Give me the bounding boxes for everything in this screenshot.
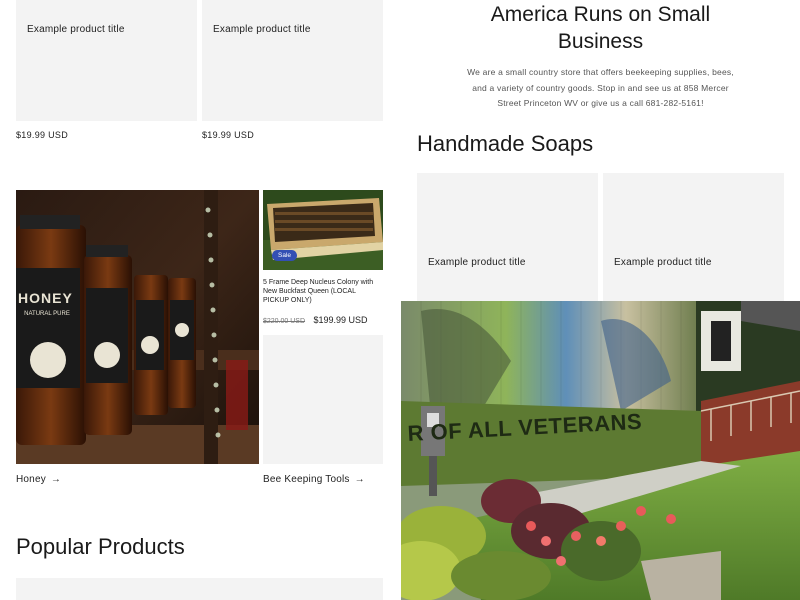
honey-collection-link[interactable]: Honey → [16,474,61,485]
popular-product-card[interactable] [16,578,383,600]
featured-product-price: $220.00 USD $199.99 USD [263,310,368,328]
hero-text-line-2: and a variety of country goods. Stop in … [472,82,729,93]
product-card-1[interactable]: Example product title [16,0,197,121]
popular-products-heading: Popular Products [16,534,185,559]
jar-label-text: HONEY [18,290,73,306]
beekeeping-tools-link[interactable]: Bee Keeping Tools → [263,474,365,485]
hero-title-line-2: Business [557,30,644,53]
jar-label-subtext: NATURAL PURE [24,311,70,317]
product-title[interactable]: Example product title [614,257,712,268]
veterans-mural-image: R OF ALL VETERANS [401,301,800,600]
sale-badge: Sale [272,250,298,261]
honey-collection-image[interactable]: HONEY NATURAL PURE [16,190,259,464]
honey-shelf-photo [16,190,259,464]
arrow-right-icon: → [50,474,62,485]
mural-photo [401,301,800,600]
honey-collection-label: Honey [16,474,46,485]
soaps-heading: Handmade Soaps [417,131,594,156]
sale-price: $199.99 USD [313,315,368,325]
product-card-2[interactable]: Example product title [202,0,383,121]
arrow-right-icon: → [354,474,365,485]
hero-title-line-1: America Runs on Small [490,3,711,26]
product-price: $19.99 USD [202,130,255,140]
featured-product-image[interactable]: Sale [263,190,383,270]
featured-product-title[interactable]: 5 Frame Deep Nucleus Colony with New Buc… [263,278,383,305]
soap-card-1[interactable]: Example product title [417,173,598,301]
product-title[interactable]: Example product title [213,24,311,35]
beekeeping-tools-label: Bee Keeping Tools [263,474,350,485]
beekeeping-tools-image[interactable] [263,335,383,464]
product-price: $19.99 USD [16,130,69,140]
hero-text-line-1: We are a small country store that offers… [467,67,734,77]
soap-card-2[interactable]: Example product title [603,173,784,301]
hero-section: America Runs on Small Business We are a … [417,0,784,112]
hero-text-line-3: Street Princeton WV or give us a call 68… [497,98,704,108]
product-title[interactable]: Example product title [428,257,526,268]
product-title[interactable]: Example product title [27,24,125,35]
compare-at-price: $220.00 USD [263,318,306,325]
